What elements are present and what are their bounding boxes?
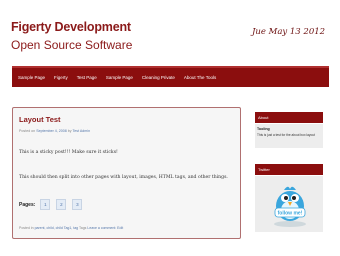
nav-item-figerty[interactable]: Figerty bbox=[54, 75, 68, 80]
twitter-widget-title: Twitter bbox=[258, 167, 270, 172]
page-link-1[interactable]: 1 bbox=[40, 199, 51, 210]
about-widget-body: Tooling This is just a test for the abou… bbox=[255, 124, 323, 148]
about-text: This is just a test for the about box la… bbox=[257, 133, 315, 137]
post-footer-tags: Tags bbox=[79, 226, 87, 230]
post-comment-link[interactable]: Leave a comment: Edit bbox=[87, 226, 123, 230]
post-meta: Posted on September 4, 2008 by Test Admi… bbox=[19, 129, 90, 133]
site-subtitle: Open Source Software bbox=[11, 38, 133, 52]
nav-item-sample-page[interactable]: Sample Page bbox=[18, 75, 45, 80]
post-footer: Posted in parent, child, child Tag1, tag… bbox=[19, 226, 123, 230]
about-widget-title: About bbox=[258, 115, 269, 120]
post-card: Layout Test Posted on September 4, 2008 … bbox=[12, 107, 241, 239]
twitter-badge-text: follow me! bbox=[278, 211, 303, 217]
twitter-widget-header: Twitter bbox=[255, 164, 323, 175]
about-name: Tooling bbox=[257, 127, 270, 131]
post-meta-prefix: Posted on bbox=[19, 129, 36, 133]
nav-item-cleaning[interactable]: Cleaning Private bbox=[142, 75, 175, 80]
post-author-link[interactable]: Test Admin bbox=[73, 129, 91, 133]
nav-item-test-page[interactable]: Test Page bbox=[77, 75, 97, 80]
site-title[interactable]: Figerty Development bbox=[11, 21, 131, 34]
post-category-links[interactable]: parent, child, child Tag1, tag bbox=[35, 226, 79, 230]
pages-label: Pages: bbox=[19, 201, 36, 208]
post-meta-by: by bbox=[67, 129, 72, 133]
twitter-widget-body: follow me! bbox=[255, 176, 323, 232]
site-date: Jue May 13 2012 bbox=[252, 27, 326, 37]
post-paragraph-1: This is a sticky post!!! Make sure it st… bbox=[19, 150, 118, 155]
main-nav: Sample Page Figerty Test Page Sample Pag… bbox=[12, 66, 329, 87]
page-link-3[interactable]: 3 bbox=[72, 199, 83, 210]
about-widget-header: About bbox=[255, 112, 323, 123]
pagination: Pages: 1 2 3 bbox=[19, 199, 88, 210]
post-footer-prefix: Posted in bbox=[19, 226, 34, 230]
nav-item-sample-page-2[interactable]: Sample Page bbox=[106, 75, 133, 80]
page-link-2[interactable]: 2 bbox=[56, 199, 67, 210]
post-date-link[interactable]: September 4, 2008 bbox=[36, 129, 67, 133]
post-title[interactable]: Layout Test bbox=[19, 115, 61, 124]
post-paragraph-2: This should then split into other pages … bbox=[19, 175, 228, 180]
nav-item-about[interactable]: About The Tools bbox=[184, 75, 216, 80]
twitter-bird-icon[interactable]: follow me! bbox=[266, 180, 314, 228]
